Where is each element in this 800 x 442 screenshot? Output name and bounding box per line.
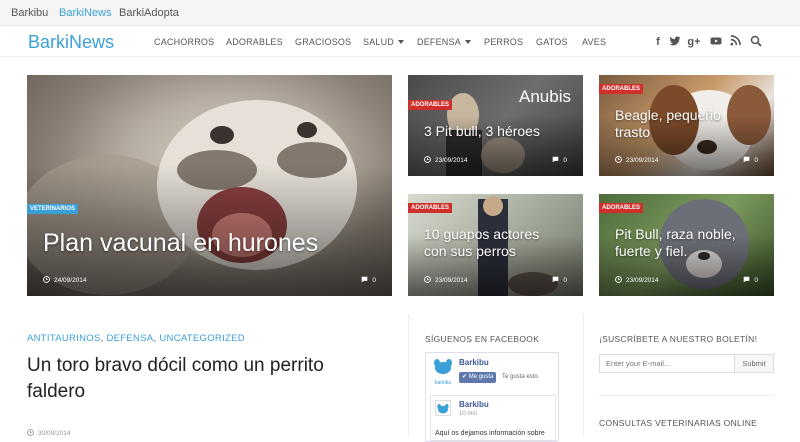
top-link-barkiadopta[interactable]: BarkiAdopta (119, 7, 179, 19)
search-icon[interactable] (749, 35, 763, 49)
google-plus-icon[interactable]: g+ (687, 35, 701, 49)
post-date-text: 24/09/2014 (54, 277, 87, 284)
clock-icon (27, 429, 34, 436)
chevron-down-icon (464, 40, 471, 44)
featured-title[interactable]: Pit Bull, raza noble, fuerte y fiel. (615, 226, 770, 260)
category-tag[interactable]: ADORABLES (408, 203, 453, 213)
post-date: 23/09/2014 (615, 276, 659, 284)
comment-icon (552, 276, 559, 283)
comment-count-text: 0 (754, 277, 758, 284)
post-date-text: 23/09/2014 (626, 277, 659, 284)
featured-title[interactable]: Plan vacunal en hurones (43, 227, 318, 259)
fb-page-name[interactable]: Barkibu (459, 358, 489, 367)
column-divider (583, 314, 584, 436)
facebook-like-box: barkibu Barkibu ✔ Me gusta Te gusta esto… (425, 352, 559, 442)
category-tag[interactable]: ADORABLES (408, 100, 453, 110)
main-navbar: BarkiNews CACHORROS ADORABLES GRACIOSOS … (0, 27, 800, 57)
post-date: 23/09/2014 (424, 156, 468, 164)
comment-count-text: 0 (754, 157, 758, 164)
category-tag[interactable]: VETERINARIOS (27, 204, 79, 214)
menu-item-defensa[interactable]: DEFENSA (417, 37, 471, 47)
facebook-icon[interactable]: f (651, 35, 665, 49)
clock-icon (424, 276, 431, 283)
comment-icon (743, 156, 750, 163)
submit-button[interactable]: Submit (734, 354, 774, 373)
fb-post-author[interactable]: Barkibu (459, 400, 489, 409)
comment-count[interactable]: 0 (552, 276, 567, 284)
twitter-icon[interactable] (668, 35, 682, 49)
menu-item-salud[interactable]: SALUD (363, 37, 405, 47)
menu-item-cachorros[interactable]: CACHORROS (154, 37, 214, 47)
top-link-barkibu[interactable]: Barkibu (11, 7, 48, 19)
comment-count-text: 0 (372, 277, 376, 284)
comment-icon (743, 276, 750, 283)
anubis-overlay-text: Anubis (519, 87, 571, 106)
comment-count[interactable]: 0 (743, 276, 758, 284)
menu-item-perros[interactable]: PERROS (484, 37, 523, 47)
fb-post-avatar (435, 400, 451, 416)
dog-logo-icon (434, 359, 452, 374)
category-link[interactable]: DEFENSA (107, 333, 154, 344)
category-link[interactable]: ANTITAURINOS (27, 333, 101, 344)
fb-like-label: Me gusta (468, 374, 494, 380)
newsletter-divider (599, 395, 774, 396)
featured-title[interactable]: Beagle, pequeño trasto (615, 107, 745, 141)
comment-count-text: 0 (563, 157, 567, 164)
comment-count[interactable]: 0 (552, 156, 567, 164)
thumbs-up-icon: ✔ (462, 374, 469, 380)
menu-item-gatos[interactable]: GATOS (536, 37, 568, 47)
comment-count[interactable]: 0 (743, 156, 758, 164)
post-date: 23/09/2014 (424, 276, 468, 284)
post-date-text: 23/09/2014 (435, 157, 468, 164)
featured-post-4[interactable]: ADORABLES 10 guapos actores con sus perr… (408, 194, 583, 296)
top-link-barkinews[interactable]: BarkiNews (59, 7, 112, 19)
youtube-icon[interactable] (709, 35, 723, 49)
menu-item-graciosos[interactable]: GRACIOSOS (295, 37, 351, 47)
fb-like-button[interactable]: ✔ Me gusta (459, 372, 497, 383)
fb-post-card: Barkibu 10 min Aquí os dejamos informaci… (430, 395, 556, 441)
clock-icon (615, 276, 622, 283)
category-link[interactable]: UNCATEGORIZED (159, 333, 245, 344)
clock-icon (43, 276, 50, 283)
featured-post-5[interactable]: ADORABLES Pit Bull, raza noble, fuerte y… (599, 194, 774, 296)
barkibu-logo[interactable]: barkibu (432, 359, 454, 386)
post-date: 24/09/2014 (43, 276, 87, 284)
menu-item-aves[interactable]: AVES (582, 37, 606, 47)
barkibu-logo-text: barkibu (434, 380, 452, 386)
post-date-text: 23/09/2014 (626, 157, 659, 164)
featured-post-2[interactable]: Anubis ADORABLES 3 Pit bull, 3 héroes 23… (408, 75, 583, 176)
facebook-widget-title: SÍGUENOS EN FACEBOOK (425, 334, 540, 344)
site-logo[interactable]: BarkiNews (28, 32, 114, 53)
fb-like-text: Te gusta esto. (502, 374, 540, 380)
category-tag[interactable]: ADORABLES (599, 84, 644, 94)
newsletter-title: ¡SUSCRÍBETE A NUESTRO BOLETÍN! (599, 334, 758, 344)
clock-icon (615, 156, 622, 163)
category-tag[interactable]: ADORABLES (599, 203, 644, 213)
post-date-text: 23/09/2014 (435, 277, 468, 284)
consultas-widget-title: CONSULTAS VETERINARIAS ONLINE (599, 418, 758, 428)
featured-post-1[interactable]: VETERINARIOS Plan vacunal en hurones 24/… (27, 75, 392, 296)
rss-icon[interactable] (728, 35, 742, 49)
menu-item-adorables[interactable]: ADORABLES (226, 37, 283, 47)
comment-count-text: 0 (563, 277, 567, 284)
menu-item-salud-label: SALUD (363, 37, 395, 47)
comment-icon (552, 156, 559, 163)
comment-icon (361, 276, 368, 283)
post-date: 23/09/2014 (615, 156, 659, 164)
featured-title[interactable]: 3 Pit bull, 3 héroes (424, 123, 574, 140)
featured-title[interactable]: 10 guapos actores con sus perros (424, 226, 559, 260)
clock-icon (424, 156, 431, 163)
post-categories: ANTITAURINOS, DEFENSA, UNCATEGORIZED (27, 333, 245, 344)
menu-item-defensa-label: DEFENSA (417, 37, 461, 47)
featured-post-3[interactable]: ADORABLES Beagle, pequeño trasto 23/09/2… (599, 75, 774, 176)
comment-count[interactable]: 0 (361, 276, 376, 284)
email-input[interactable] (599, 354, 735, 373)
column-divider (408, 314, 409, 436)
chevron-down-icon (398, 40, 405, 44)
post-title[interactable]: Un toro bravo dócil como un perrito fald… (27, 353, 377, 405)
dog-logo-icon (437, 404, 449, 414)
fb-post-time: 10 min (459, 411, 478, 417)
top-bar: Barkibu BarkiNews BarkiAdopta (0, 0, 800, 26)
